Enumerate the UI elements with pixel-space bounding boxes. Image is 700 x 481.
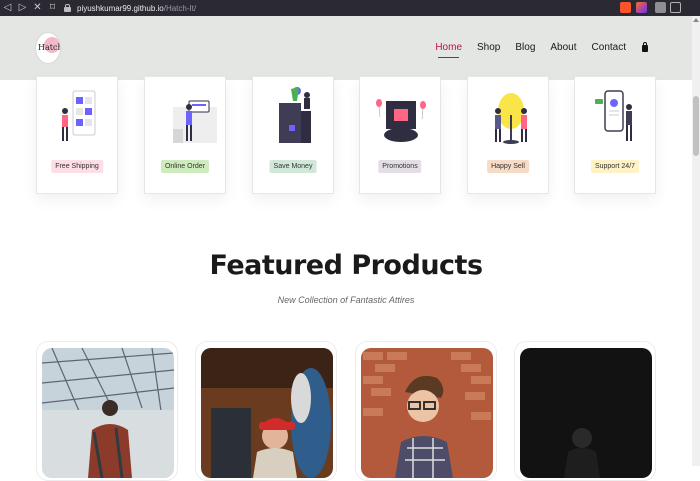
- featured-title: Featured Products: [209, 250, 483, 281]
- product-card[interactable]: [36, 341, 178, 481]
- page-scrollbar[interactable]: [692, 16, 700, 466]
- product-image: [201, 348, 333, 478]
- promotions-illustration: [376, 99, 426, 142]
- logo[interactable]: Hatch: [36, 33, 60, 63]
- save-money-illustration: [279, 87, 311, 143]
- scroll-thumb[interactable]: [693, 96, 699, 156]
- feature-label: Promotions: [378, 160, 422, 173]
- back-icon[interactable]: ◁: [0, 0, 15, 16]
- brave-shield-icon[interactable]: [620, 2, 631, 13]
- forward-icon[interactable]: ▷: [15, 0, 30, 16]
- nav-blog[interactable]: Blog: [515, 42, 535, 53]
- product-card[interactable]: [355, 341, 497, 481]
- menu-icon[interactable]: [686, 2, 694, 13]
- online-order-illustration: [173, 100, 217, 143]
- scroll-up-icon[interactable]: [693, 18, 699, 22]
- feature-label: Happy Sell: [487, 160, 529, 173]
- window-icon[interactable]: [670, 2, 681, 13]
- feature-label: Support 24/7: [590, 160, 640, 173]
- featured-subtitle: New Collection of Fantastic Attires: [277, 295, 415, 305]
- browser-toolbar: ◁ ▷ ✕ ⌑ piyushkumar99.github.io/Hatch-It…: [0, 0, 700, 16]
- shopping-bag-icon[interactable]: [642, 42, 648, 52]
- support-illustration: [595, 90, 632, 141]
- product-image: [42, 348, 174, 478]
- nav-contact[interactable]: Contact: [592, 42, 626, 53]
- feature-card: Happy Sell: [467, 76, 549, 194]
- feature-label: Online Order: [160, 160, 210, 173]
- brave-rewards-icon[interactable]: [636, 2, 647, 13]
- feature-card: Support 24/7: [574, 76, 656, 194]
- extensions-icon[interactable]: [655, 2, 666, 13]
- nav-home[interactable]: Home: [435, 42, 462, 58]
- feature-card: Online Order: [144, 76, 226, 194]
- bookmark-icon[interactable]: ⌑: [45, 0, 60, 16]
- feature-card: Free Shipping: [36, 76, 118, 194]
- feature-label: Save Money: [269, 160, 317, 173]
- url-host: piyushkumar99.github.io: [77, 3, 164, 13]
- product-image: [361, 348, 493, 478]
- feature-card: Promotions: [359, 76, 441, 194]
- stop-icon[interactable]: ✕: [30, 0, 45, 16]
- url-path: /Hatch-It/: [163, 3, 197, 13]
- product-card[interactable]: [195, 341, 337, 481]
- feature-card: Save Money: [252, 76, 334, 194]
- nav-shop[interactable]: Shop: [477, 42, 500, 53]
- feature-label: Free Shipping: [51, 160, 103, 173]
- nav-about[interactable]: About: [550, 42, 576, 53]
- happy-sell-illustration: [495, 93, 527, 144]
- free-shipping-illustration: [62, 90, 96, 141]
- address-bar[interactable]: piyushkumar99.github.io/Hatch-It/: [64, 2, 604, 14]
- main-nav: Home Shop Blog About Contact: [420, 42, 648, 58]
- logo-text: Hatch: [38, 43, 60, 52]
- lock-icon: [64, 4, 71, 12]
- product-image: [520, 348, 652, 478]
- product-card[interactable]: [514, 341, 656, 481]
- features-row: Free Shipping Online Order Save Money Pr…: [0, 76, 692, 200]
- site-header: Hatch Home Shop Blog About Contact: [0, 16, 692, 80]
